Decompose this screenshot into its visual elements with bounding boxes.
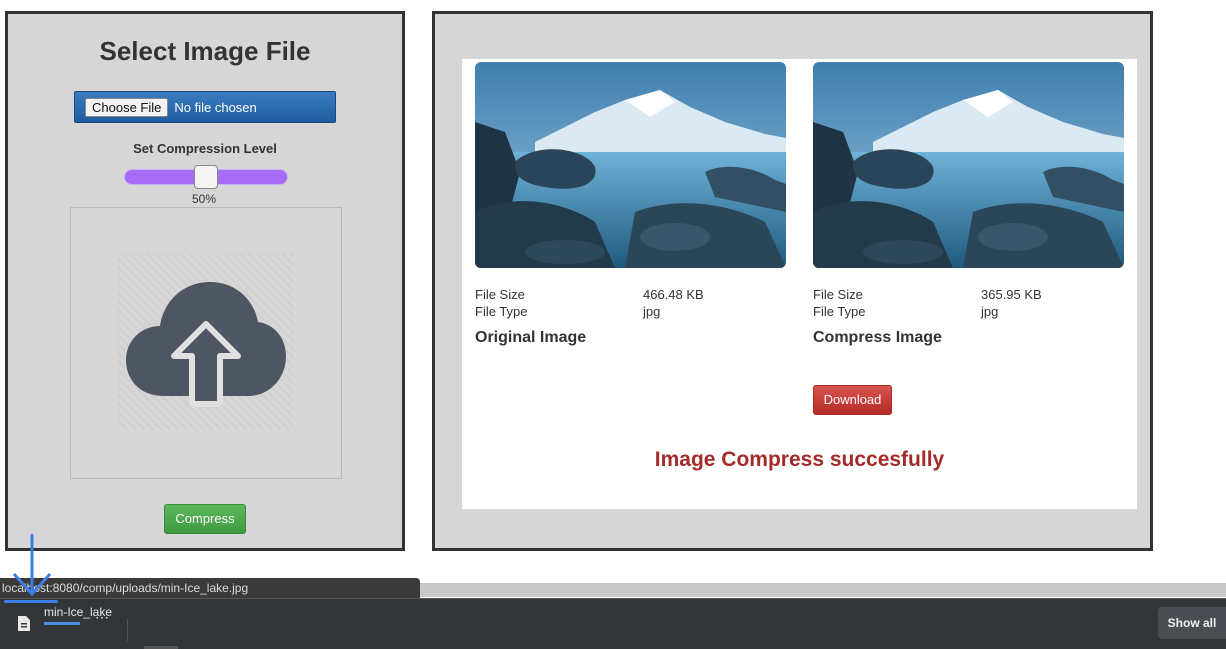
compression-label: Set Compression Level [133, 141, 277, 156]
file-input[interactable]: Choose File No file chosen [74, 91, 336, 123]
result-area: File Size 466.48 KB File Type jpg Origin… [462, 59, 1137, 509]
show-all-button[interactable]: Show all [1158, 607, 1226, 639]
file-type-value: jpg [981, 304, 999, 319]
download-button[interactable]: Download [813, 385, 892, 415]
file-size-value: 365.95 KB [981, 287, 1042, 302]
file-icon [18, 616, 30, 631]
more-options-icon[interactable]: ⋯ [95, 609, 110, 626]
original-file-type-row: File Type jpg [475, 303, 786, 320]
compression-value: 50% [191, 192, 217, 206]
horizontal-scrollbar[interactable] [420, 583, 1226, 597]
status-bar-url: localhost:8080/comp/uploads/min-Ice_lake… [0, 578, 420, 598]
compressed-image [813, 62, 1124, 268]
file-status: No file chosen [174, 99, 257, 115]
compress-button[interactable]: Compress [164, 504, 246, 534]
slider-thumb[interactable] [194, 165, 218, 189]
compression-slider[interactable] [124, 165, 288, 189]
compressed-image-card: File Size 365.95 KB File Type jpg Compre… [813, 62, 1124, 347]
original-file-size-row: File Size 466.48 KB [475, 286, 786, 303]
original-image-title: Original Image [475, 329, 587, 346]
file-type-label: File Type [475, 304, 528, 319]
arrow-underline [4, 600, 58, 603]
file-size-label: File Size [475, 287, 525, 302]
cloud-upload-icon [126, 282, 286, 407]
panel-title: Select Image File [99, 36, 311, 66]
divider [127, 619, 128, 641]
compressed-file-size-row: File Size 365.95 KB [813, 286, 1124, 303]
file-size-value: 466.48 KB [643, 287, 704, 302]
compressed-file-type-row: File Type jpg [813, 303, 1124, 320]
file-type-value: jpg [643, 304, 661, 319]
compressed-image-title: Compress Image [813, 329, 942, 346]
download-progress-bar [44, 622, 80, 625]
file-type-label: File Type [813, 304, 866, 319]
success-message: Image Compress succesfully [654, 448, 945, 471]
choose-file-button[interactable]: Choose File [85, 97, 169, 117]
result-panel: File Size 466.48 KB File Type jpg Origin… [432, 11, 1153, 551]
original-image [475, 62, 786, 268]
select-image-panel: Select Image File Choose File No file ch… [5, 11, 405, 551]
image-drop-area[interactable] [70, 207, 342, 479]
original-image-card: File Size 466.48 KB File Type jpg Origin… [475, 62, 786, 347]
arrow-down-icon [12, 534, 52, 597]
download-shelf: min-Ice_lake ⋯ Show all [0, 598, 1226, 649]
file-size-label: File Size [813, 287, 863, 302]
